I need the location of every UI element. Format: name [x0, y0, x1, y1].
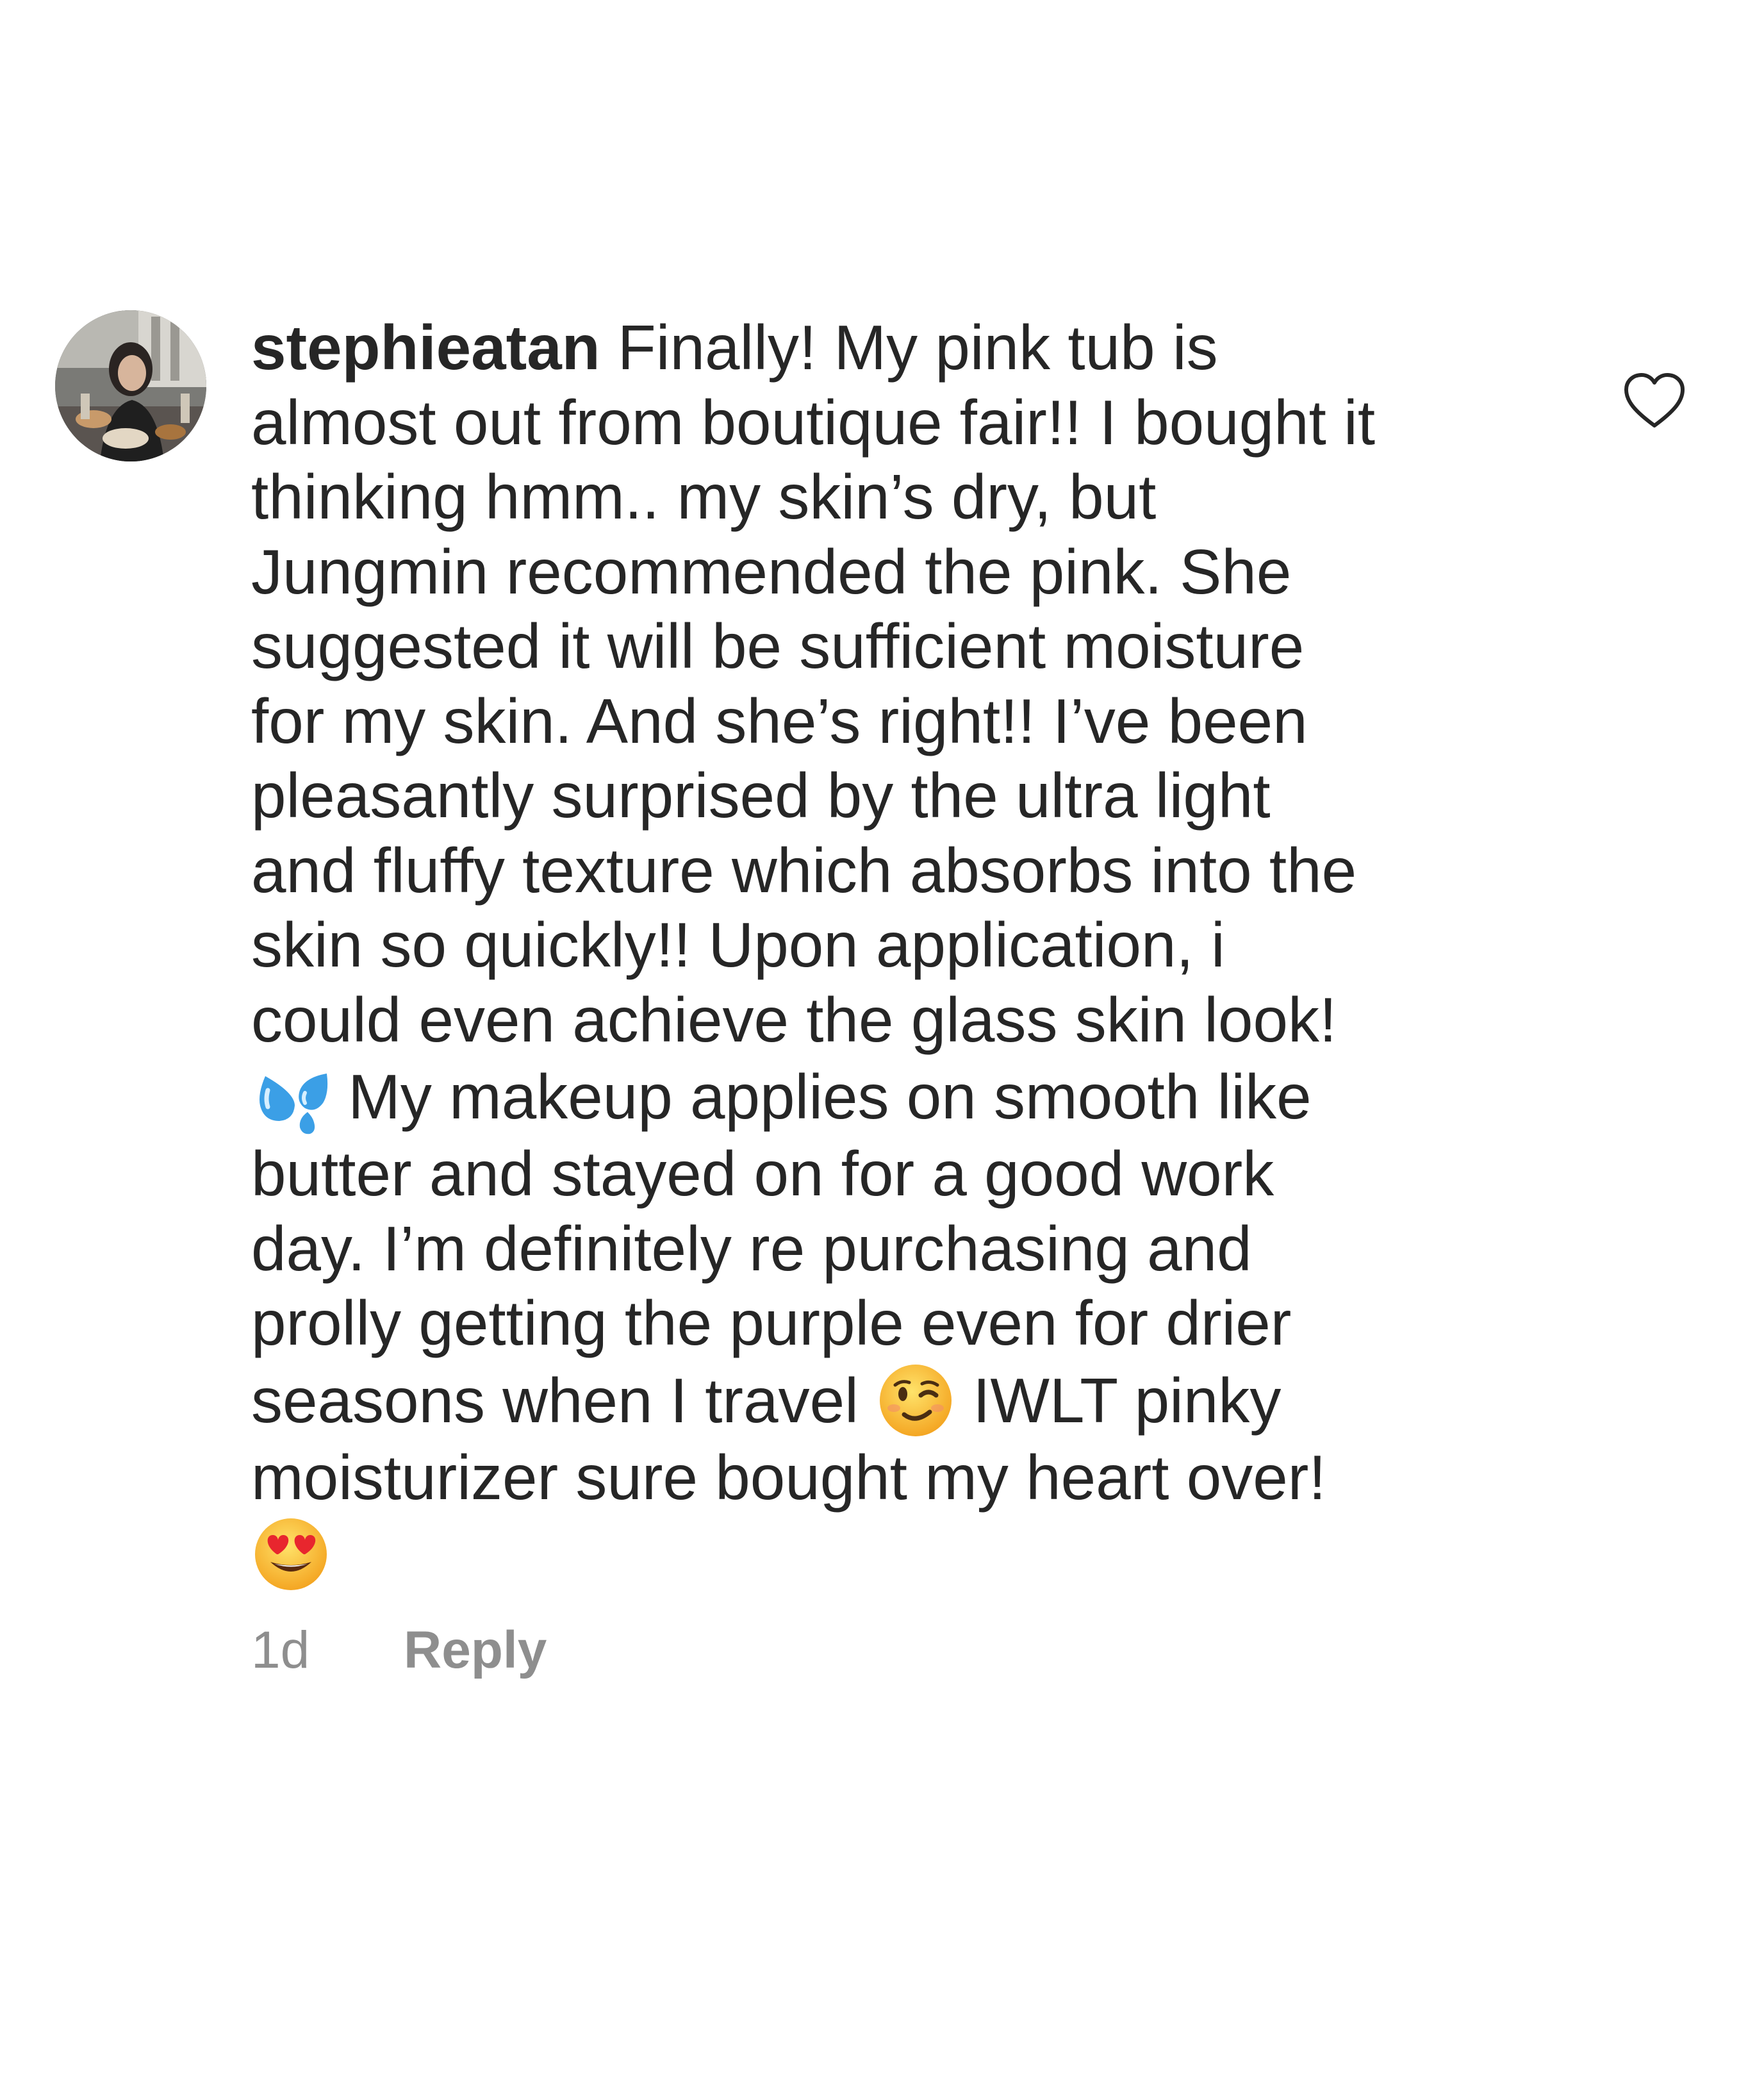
comment-text-segment: IWLT pinky	[955, 1365, 1282, 1436]
comment-line: and fluffy texture which absorbs into th…	[251, 834, 1357, 906]
profile-photo	[55, 310, 206, 461]
comment-line: moisturizer sure bought my heart over!	[251, 1441, 1326, 1513]
sweat-droplets-emoji	[251, 1057, 331, 1136]
comment-line: butter and stayed on for a good work	[251, 1138, 1274, 1209]
comment-line: day. I’m definitely re purchasing and	[251, 1213, 1252, 1284]
comment-line: thinking hmm.. my skin’s dry, but	[251, 461, 1157, 532]
comment-line: skin so quickly!! Upon application, i	[251, 909, 1225, 980]
like-button[interactable]	[1622, 372, 1686, 431]
comment-body: stephieatan Finally! My pink tub is almo…	[251, 310, 1571, 1594]
comment-line: Jungmin recommended the pink. She	[251, 536, 1292, 607]
comment-text-segment: seasons when I travel	[251, 1365, 877, 1436]
comment-text: stephieatan Finally! My pink tub is almo…	[251, 310, 1571, 1594]
comment-line: pleasantly surprised by the ultra light	[251, 760, 1271, 831]
reply-button[interactable]: Reply	[404, 1621, 547, 1679]
comment-line: seasons when I travel IWLT pinky	[251, 1361, 1571, 1440]
comment-line: almost out from boutique fair!! I bought…	[251, 386, 1376, 458]
comment-line: could even achieve the glass skin look!	[251, 984, 1337, 1055]
comment-meta: 1d Reply	[251, 1620, 547, 1681]
heart-eyes-emoji	[251, 1515, 331, 1594]
winking-face-emoji	[876, 1361, 955, 1440]
timestamp: 1d	[251, 1621, 310, 1679]
comment-line: prolly getting the purple even for drier	[251, 1288, 1292, 1358]
comment-text-segment: Finally! My pink tub is	[617, 312, 1218, 383]
comment-line: for my skin. And she’s right!! I’ve been	[251, 685, 1308, 756]
comment-line: suggested it will be sufficient moisture	[251, 611, 1305, 681]
comment-line: My makeup applies on smooth like	[251, 1057, 1571, 1136]
avatar[interactable]	[55, 310, 206, 461]
comment-text-segment: My makeup applies on smooth like	[331, 1061, 1312, 1132]
heart-outline-icon	[1624, 373, 1685, 428]
username[interactable]: stephieatan	[251, 312, 600, 383]
comment-line: stephieatan Finally! My pink tub is	[251, 310, 1571, 385]
comment-line	[251, 1515, 1571, 1594]
